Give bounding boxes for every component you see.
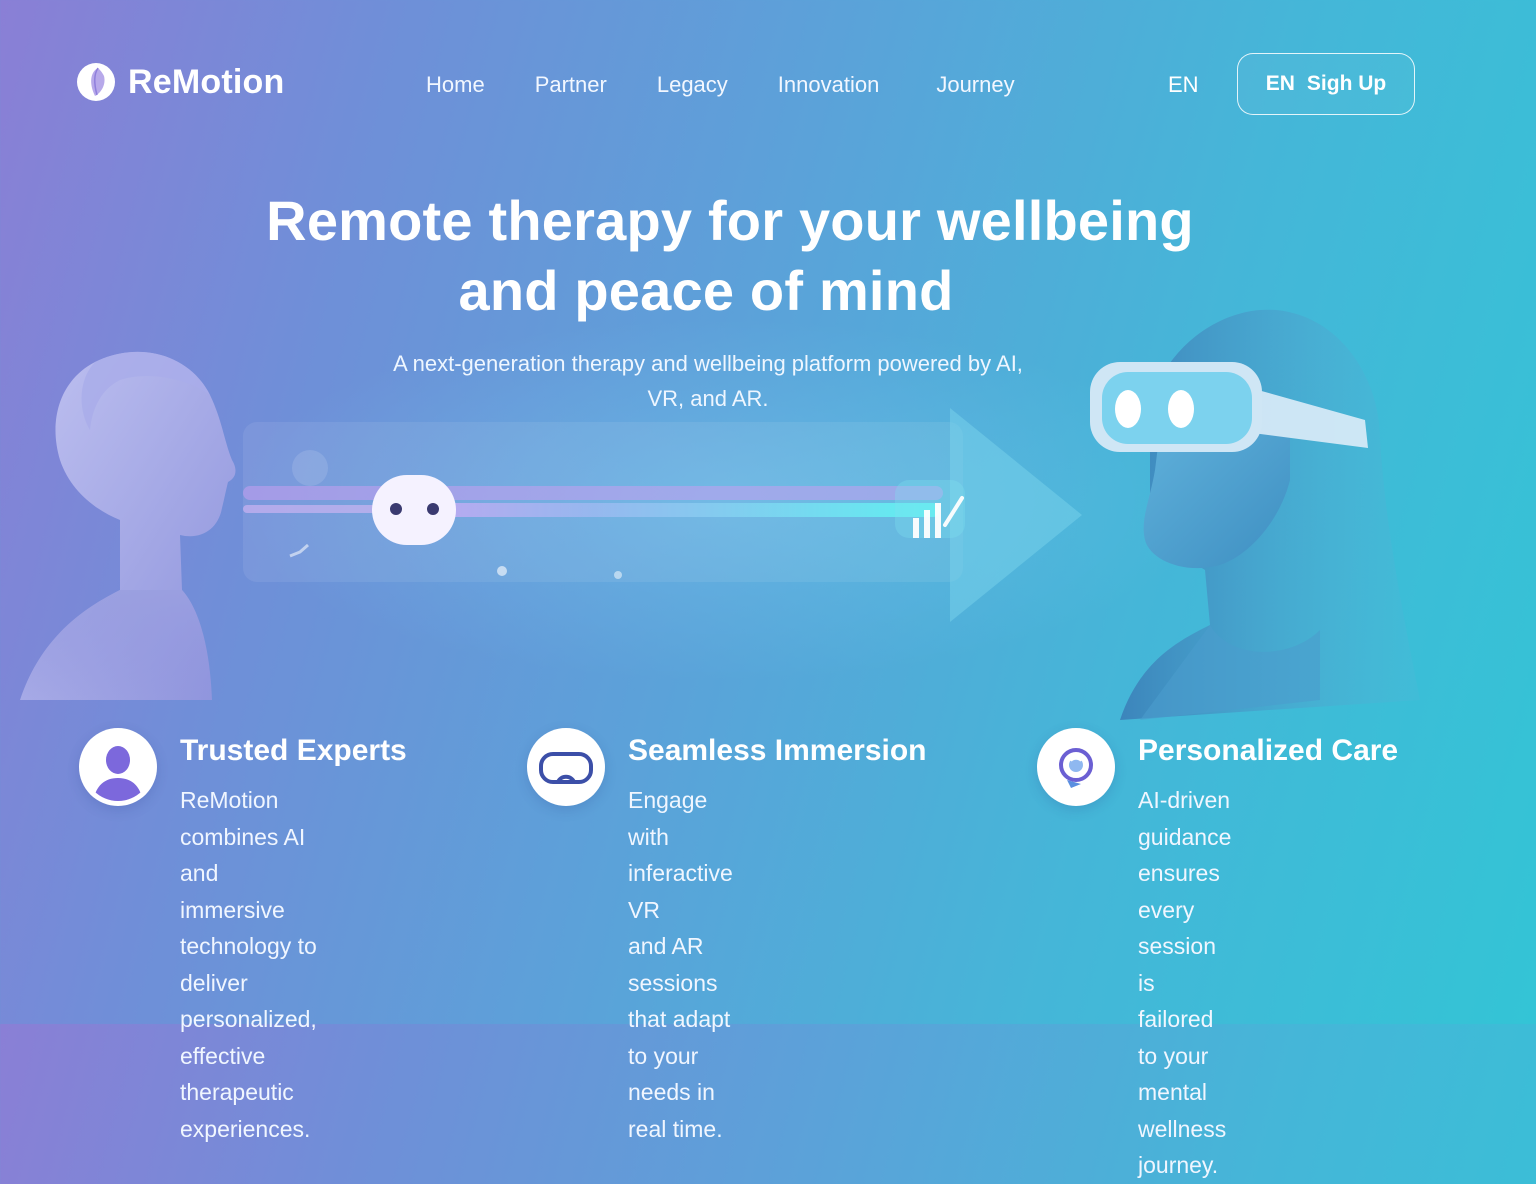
feature-description: AI-driven guidance ensures every session… — [1138, 782, 1231, 1184]
feature-line: to your needs in real time. — [628, 1042, 723, 1142]
feature-line: mental wellness journey. — [1138, 1079, 1227, 1178]
hero-illustration — [20, 309, 1420, 720]
nav-legacy[interactable]: Legacy — [657, 72, 728, 98]
feature-title: Trusted Experts — [180, 734, 407, 767]
bot-face-icon — [372, 475, 456, 545]
feature-line: ensures every session — [1138, 860, 1220, 959]
feature-description: Engage with inferactive VR and AR sessio… — [628, 782, 733, 1147]
brand-logo[interactable]: ReMotion — [76, 62, 284, 102]
feature-line: personalized, effective — [180, 1006, 317, 1069]
feature-line: therapeutic experiences. — [180, 1079, 311, 1142]
language-selector[interactable]: EN — [1168, 72, 1199, 98]
brand-name: ReMotion — [128, 62, 285, 101]
signup-language-label: EN — [1265, 72, 1295, 95]
logo-icon — [77, 63, 115, 101]
signup-label: Sigh Up — [1306, 72, 1387, 95]
feature-line: and immersive — [180, 860, 285, 923]
left-person-figure — [20, 351, 236, 700]
hero-headline-line1: Remote therapy for your wellbeing — [266, 189, 1194, 252]
feature-line: Engage with inferactive VR — [628, 787, 733, 923]
nav-home[interactable]: Home — [426, 72, 485, 98]
nav-partner[interactable]: Partner — [535, 72, 607, 98]
vr-headset-icon — [527, 728, 605, 806]
feature-title: Personalized Care — [1138, 734, 1399, 767]
person-icon — [79, 728, 157, 806]
care-chat-icon — [1037, 728, 1115, 806]
signup-button[interactable]: EN Sigh Up — [1237, 53, 1415, 115]
feature-line: and AR sessions that adapt — [628, 933, 731, 1032]
feature-description: ReMotion combines AI and immersive techn… — [180, 782, 317, 1147]
nav-innovation[interactable]: Innovation — [778, 72, 880, 98]
feature-line: technology to deliver — [180, 933, 317, 996]
feature-line: AI-driven guidance — [1138, 787, 1232, 850]
main-nav: Home Partner Legacy Innovation Journey — [426, 72, 1015, 98]
feature-line: is failored to your — [1138, 969, 1214, 1069]
feature-title: Seamless Immersion — [628, 734, 927, 767]
chart-icon — [895, 480, 965, 538]
nav-journey[interactable]: Journey — [936, 72, 1014, 98]
feature-line: ReMotion combines AI — [180, 787, 306, 850]
